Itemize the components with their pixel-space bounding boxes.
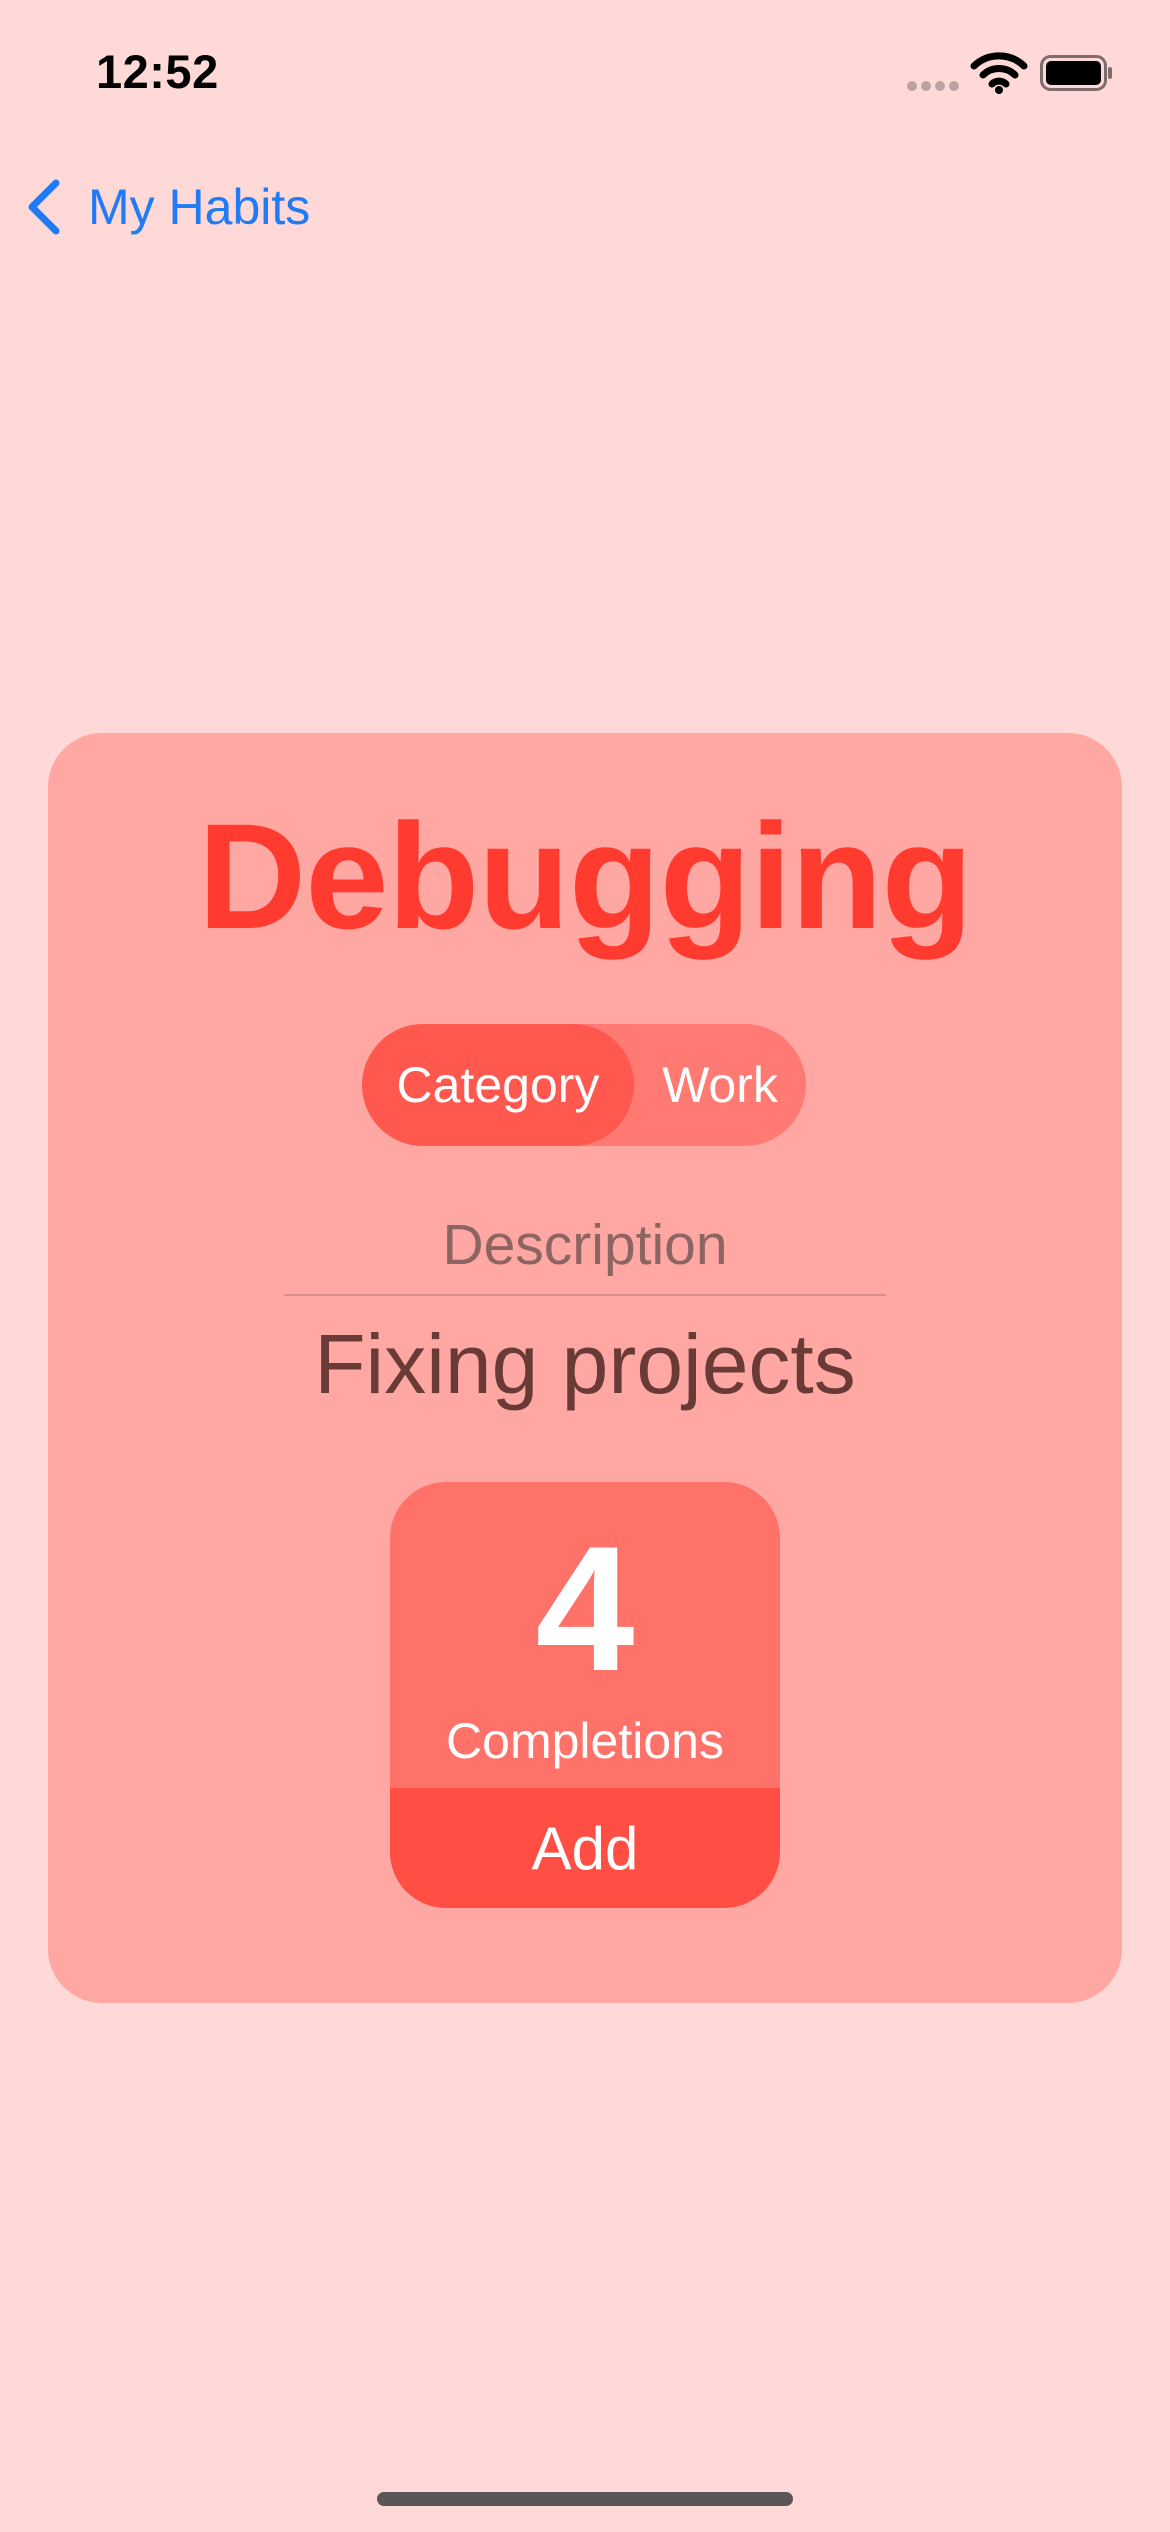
- wifi-icon: [970, 52, 1028, 94]
- completions-counter: 4 Completions Add: [390, 1482, 780, 1908]
- category-value-label: Work: [662, 1057, 778, 1113]
- habit-title: Debugging: [197, 792, 973, 960]
- completions-label: Completions: [446, 1713, 724, 1769]
- back-button[interactable]: My Habits: [24, 172, 310, 242]
- completions-count: 4: [535, 1509, 635, 1708]
- category-key-label: Category: [362, 1024, 634, 1146]
- description-divider: [284, 1294, 886, 1296]
- status-time: 12:52: [96, 45, 219, 98]
- back-button-label: My Habits: [88, 179, 311, 235]
- category-pill: Category Work: [362, 1024, 806, 1146]
- status-bar: 12:52: [0, 0, 1170, 150]
- description-label: Description: [442, 1213, 728, 1277]
- description-text: Fixing projects: [314, 1317, 856, 1411]
- chevron-left-icon: [28, 179, 60, 235]
- battery-icon: [1040, 55, 1112, 91]
- home-indicator: [377, 2492, 793, 2506]
- add-completion-button[interactable]: Add: [390, 1788, 780, 1908]
- cellular-signal-icon: [907, 81, 959, 91]
